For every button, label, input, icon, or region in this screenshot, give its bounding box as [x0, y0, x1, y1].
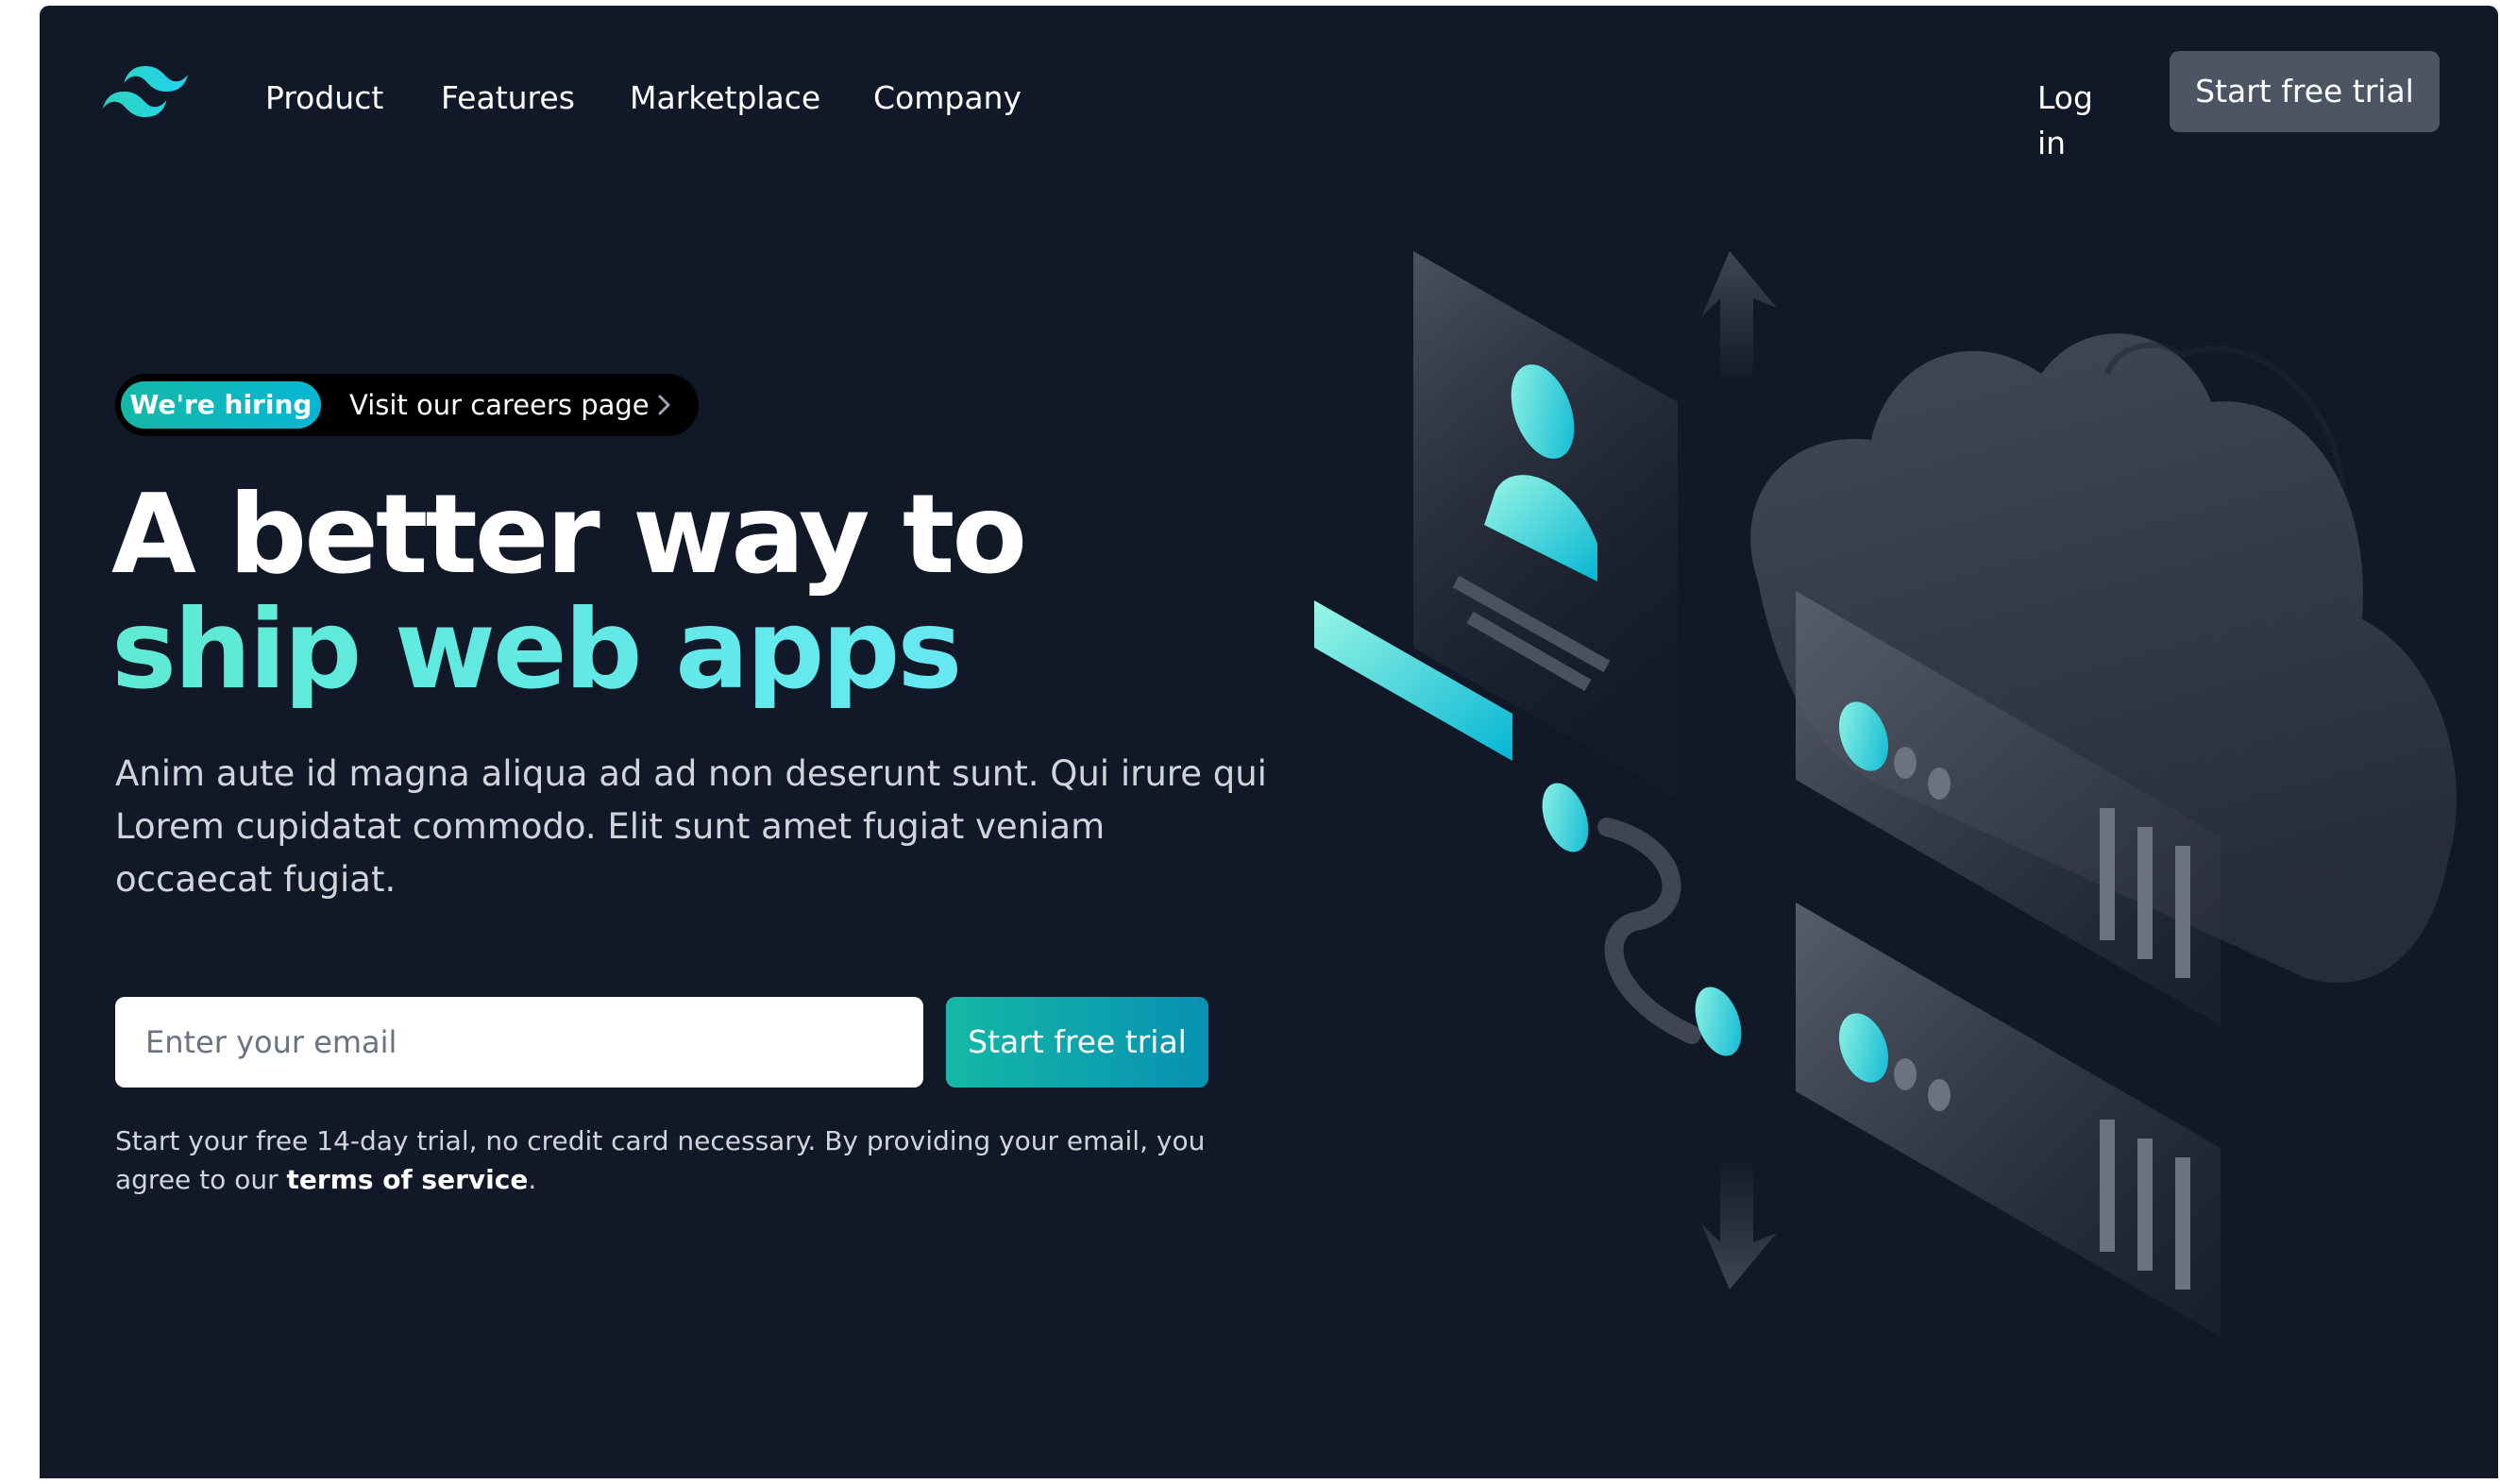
hero-title: A better way to ship web apps [111, 478, 1150, 708]
upload-arrow [1701, 251, 1777, 383]
nav-link-marketplace[interactable]: Marketplace [630, 76, 820, 121]
careers-announcement-pill[interactable]: We're hiring Visit our careers page [115, 374, 699, 436]
trial-fine-print: Start your free 14-day trial, no credit … [115, 1121, 1210, 1199]
hero-title-line2: ship web apps [111, 593, 1150, 708]
fine-print-text: Start your free 14-day trial, no credit … [115, 1125, 1206, 1195]
nav-start-trial-button[interactable]: Start free trial [2170, 51, 2440, 132]
cloud-servers-illustration [1314, 251, 2457, 1337]
fine-print-end: . [528, 1164, 537, 1195]
hero-section: Product Features Marketplace Company Log… [40, 6, 2498, 1478]
nav-link-product[interactable]: Product [265, 76, 383, 121]
email-input[interactable] [115, 997, 923, 1088]
hiring-badge: We're hiring [121, 381, 321, 429]
chevron-right-icon [658, 395, 670, 415]
nav-link-company[interactable]: Company [873, 76, 1022, 121]
download-arrow [1701, 1157, 1777, 1290]
hero-title-line1: A better way to [111, 471, 1027, 599]
hero-start-trial-button[interactable]: Start free trial [946, 997, 1208, 1088]
tailwind-logo-icon[interactable] [102, 60, 189, 121]
nav-link-features[interactable]: Features [441, 76, 575, 121]
careers-link-text: Visit our careers page [349, 389, 650, 421]
connector-cable [1542, 783, 1742, 1056]
hero-description: Anim aute id magna aliqua ad ad non dese… [115, 753, 1267, 900]
login-link[interactable]: Log in [2037, 76, 2123, 161]
terms-of-service-link[interactable]: terms of service [286, 1164, 528, 1195]
